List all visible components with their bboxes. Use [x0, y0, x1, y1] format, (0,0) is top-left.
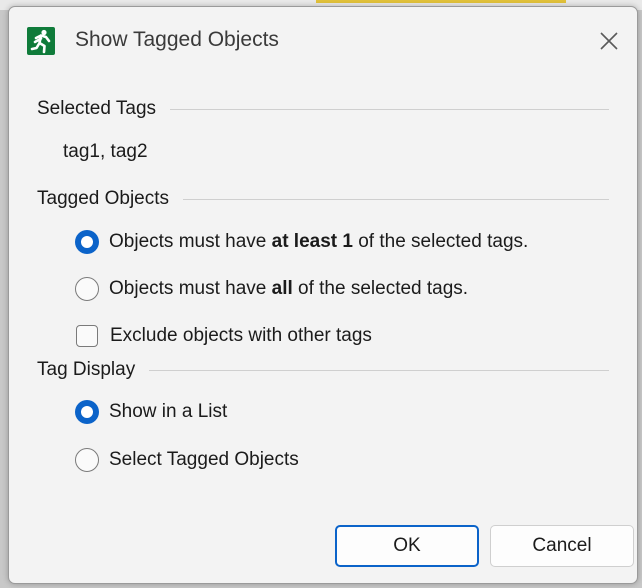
- tagged-objects-heading: Tagged Objects: [37, 188, 170, 209]
- divider: [170, 108, 609, 110]
- tagged-objects-group: Tagged Objects: [37, 186, 609, 212]
- radio-select-tagged-objects[interactable]: Select Tagged Objects: [75, 445, 299, 475]
- radio-button[interactable]: [75, 400, 99, 424]
- radio-show-in-list-label: Show in a List: [109, 401, 228, 422]
- selected-tags-group: Selected Tags: [37, 96, 609, 122]
- exclude-other-tags-checkbox[interactable]: Exclude objects with other tags: [76, 321, 372, 351]
- show-tagged-objects-dialog: Show Tagged Objects Selected Tags tag1, …: [8, 6, 638, 584]
- radio-at-least-one-label: Objects must have at least 1 of the sele…: [109, 231, 529, 252]
- background-accent: [316, 0, 566, 3]
- radio-all-label: Objects must have all of the selected ta…: [109, 278, 469, 299]
- title-bar: Show Tagged Objects: [9, 7, 637, 77]
- radio-button[interactable]: [75, 277, 99, 301]
- tag-display-heading: Tag Display: [37, 359, 136, 380]
- radio-button[interactable]: [75, 448, 99, 472]
- exclude-other-tags-label: Exclude objects with other tags: [110, 325, 372, 346]
- radio-select-tagged-objects-label: Select Tagged Objects: [109, 449, 299, 470]
- selected-tags-value: tag1, tag2: [63, 141, 148, 162]
- checkbox[interactable]: [76, 325, 98, 347]
- selected-tags-heading: Selected Tags: [37, 98, 157, 119]
- tag-display-group: Tag Display: [37, 357, 609, 383]
- radio-button[interactable]: [75, 230, 99, 254]
- close-button[interactable]: [589, 21, 629, 61]
- running-figure-icon: [27, 27, 55, 55]
- radio-at-least-one[interactable]: Objects must have at least 1 of the sele…: [75, 227, 528, 257]
- close-icon: [600, 32, 618, 50]
- radio-show-in-list[interactable]: Show in a List: [75, 397, 227, 427]
- divider: [149, 369, 609, 371]
- ok-button[interactable]: OK: [335, 525, 479, 567]
- radio-all[interactable]: Objects must have all of the selected ta…: [75, 274, 468, 304]
- cancel-button[interactable]: Cancel: [490, 525, 634, 567]
- dialog-title: Show Tagged Objects: [75, 28, 279, 51]
- divider: [183, 198, 609, 200]
